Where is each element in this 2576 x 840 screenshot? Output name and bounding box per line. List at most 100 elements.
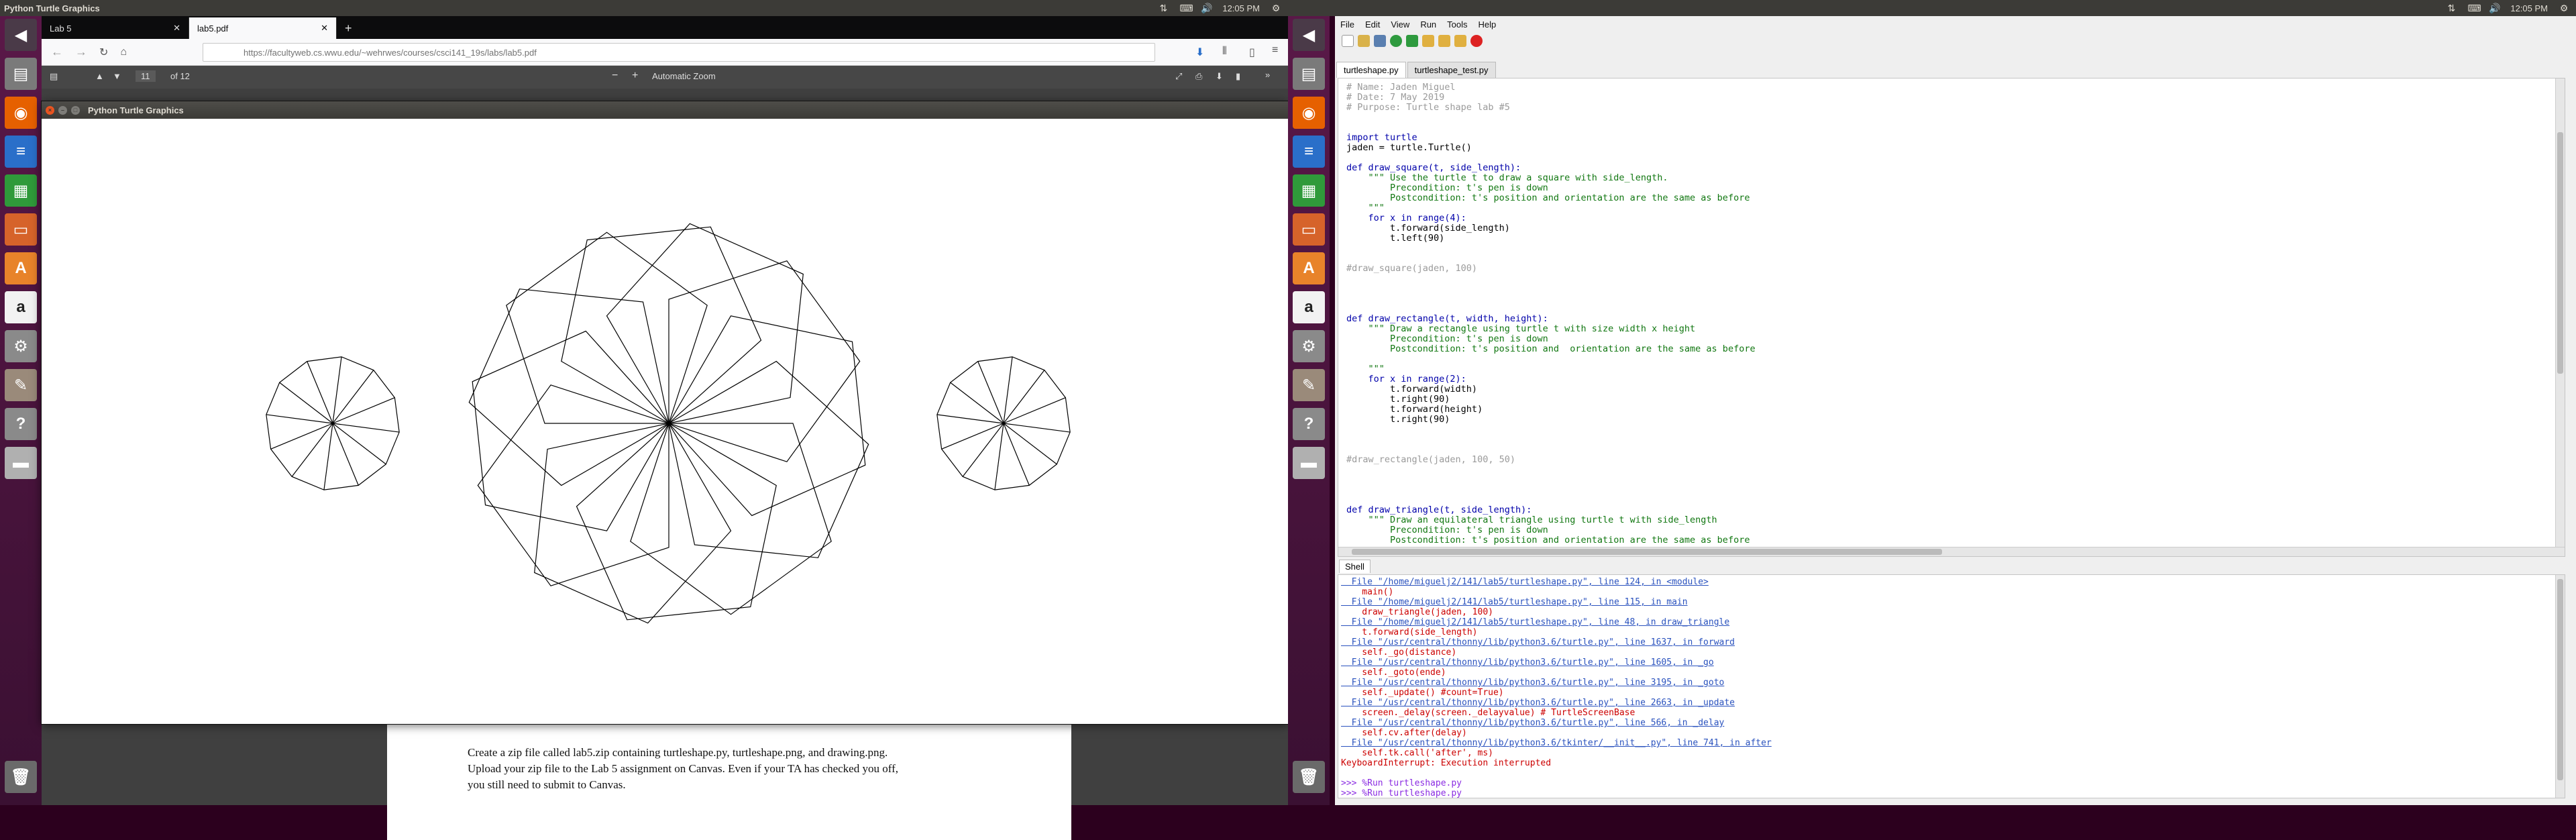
page-number-input[interactable]: 11 [136,70,156,82]
drive-icon[interactable]: ▬ [1293,447,1325,479]
tools-icon[interactable]: ✎ [1293,369,1325,401]
calc-icon[interactable]: ▦ [1293,174,1325,207]
trash-icon[interactable]: 🗑 [1293,761,1325,793]
run-icon[interactable] [1390,35,1402,47]
shell-line: self._update() #count=True) [1341,688,1504,698]
reload-icon[interactable]: ↻ [99,46,108,59]
dash-icon[interactable]: ◀ [1293,19,1325,51]
help-icon[interactable]: ? [5,408,37,440]
zoom-in-icon[interactable]: + [632,70,638,82]
step-over-icon[interactable] [1422,35,1434,47]
firefox-icon[interactable]: ◉ [5,97,37,129]
menu-file[interactable]: File [1335,19,1360,30]
menu-run[interactable]: Run [1415,19,1442,30]
code-line: # Date: 7 May 2019 [1346,92,1445,103]
prev-page-icon[interactable]: ▲ [95,71,104,81]
clock[interactable]: 12:05 PM [2510,3,2548,13]
library-icon[interactable]: ⫴ [1222,46,1227,58]
impress-icon[interactable]: ▭ [5,213,37,246]
clock[interactable]: 12:05 PM [1222,3,1260,13]
tab-turtleshape[interactable]: turtleshape.py [1336,62,1406,78]
close-window-icon[interactable]: × [46,105,54,115]
zoom-out-icon[interactable]: − [612,70,618,82]
files-icon[interactable]: ▤ [1293,58,1325,90]
network-icon[interactable]: ⇅ [1158,3,1169,13]
power-icon[interactable]: ⚙ [2559,3,2569,13]
sidebar-icon[interactable]: ▯ [1249,46,1255,59]
shell-line: KeyboardInterrupt: Execution interrupted [1341,758,1552,768]
dash-icon[interactable]: ◀ [5,19,37,51]
tools-icon[interactable]: ✎ [5,369,37,401]
network-icon[interactable]: ⇅ [2446,3,2457,13]
keyboard-icon[interactable]: ⌨ [2467,3,2481,13]
download-icon[interactable]: ⬇ [1195,46,1204,59]
close-icon[interactable]: ✕ [173,23,180,34]
open-file-icon[interactable] [1358,35,1370,47]
close-icon[interactable]: ✕ [321,23,328,34]
save-icon[interactable]: ⬇ [1216,71,1223,82]
menu-edit[interactable]: Edit [1360,19,1385,30]
keyboard-icon[interactable]: ⌨ [1179,3,1193,13]
settings-icon[interactable]: ⚙ [1293,330,1325,362]
shell-line: File "/home/miguelj2/141/lab5/turtleshap… [1341,597,1688,607]
shell-tab[interactable]: Shell [1339,560,1371,573]
shell-panel[interactable]: File "/home/miguelj2/141/lab5/turtleshap… [1338,574,2565,798]
power-icon[interactable]: ⚙ [1271,3,1281,13]
shell-output[interactable]: File "/home/miguelj2/141/lab5/turtleshap… [1341,578,1772,798]
print-icon[interactable]: ⎙ [1195,71,1202,82]
minimize-icon[interactable]: – [58,105,67,115]
tab-lab5-pdf[interactable]: lab5.pdf ✕ [189,17,337,39]
zoom-select[interactable]: Automatic Zoom [652,71,716,81]
calc-icon[interactable]: ▦ [5,174,37,207]
bookmark-icon[interactable]: ▮ [1236,71,1240,82]
shell-line: self.tk.call('after', ms) [1341,748,1493,758]
forward-icon[interactable]: → [75,45,87,59]
code-editor[interactable]: # Name: Jaden Miguel # Date: 7 May 2019 # … [1338,78,2565,557]
tab-turtleshape-test[interactable]: turtleshape_test.py [1407,62,1496,78]
code-line: Postcondition: t's position and orientat… [1346,344,1756,354]
help-icon[interactable]: ? [1293,408,1325,440]
writer-icon[interactable]: ≡ [5,136,37,168]
step-into-icon[interactable] [1438,35,1450,47]
tab-lab5[interactable]: Lab 5 ✕ [42,17,189,39]
files-icon[interactable]: ▤ [5,58,37,90]
trash-icon[interactable]: 🗑 [5,761,37,793]
editor-hscrollbar[interactable] [1338,547,2565,556]
writer-icon[interactable]: ≡ [1293,136,1325,168]
settings-icon[interactable]: ⚙ [5,330,37,362]
amazon-icon[interactable]: a [1293,291,1325,323]
sidebar-toggle-icon[interactable]: ▤ [50,71,58,82]
new-tab-button[interactable]: + [337,17,360,39]
drive-icon[interactable]: ▬ [5,447,37,479]
new-file-icon[interactable] [1342,35,1354,47]
maximize-icon[interactable]: □ [71,105,80,115]
impress-icon[interactable]: ▭ [1293,213,1325,246]
stop-icon[interactable] [1470,35,1483,47]
software-icon[interactable]: A [5,252,37,284]
menu-tools[interactable]: Tools [1442,19,1472,30]
menu-help[interactable]: Help [1473,19,1502,30]
home-icon[interactable]: ⌂ [120,46,127,58]
menu-icon[interactable]: ≡ [1272,44,1278,56]
save-file-icon[interactable] [1374,35,1386,47]
debug-icon[interactable] [1406,35,1418,47]
url-bar[interactable]: https://facultyweb.cs.wwu.edu/~wehrwes/c… [203,43,1155,62]
back-icon[interactable]: ← [51,45,63,59]
spoke-line [941,423,1004,450]
step-out-icon[interactable] [1454,35,1466,47]
software-icon[interactable]: A [1293,252,1325,284]
shell-vscrollbar[interactable] [2555,575,2565,798]
amazon-icon[interactable]: a [5,291,37,323]
firefox-icon[interactable]: ◉ [1293,97,1325,129]
tools-menu-icon[interactable]: » [1265,70,1270,80]
volume-icon[interactable]: 🔊 [2489,3,2500,13]
next-page-icon[interactable]: ▼ [113,71,121,81]
editor-vscrollbar[interactable] [2555,78,2565,556]
volume-icon[interactable]: 🔊 [1201,3,1212,13]
menu-view[interactable]: View [1385,19,1415,30]
code-area[interactable]: # Name: Jaden Miguel # Date: 7 May 2019 # … [1346,83,1756,545]
fullscreen-icon[interactable]: ⤢ [1175,71,1182,82]
